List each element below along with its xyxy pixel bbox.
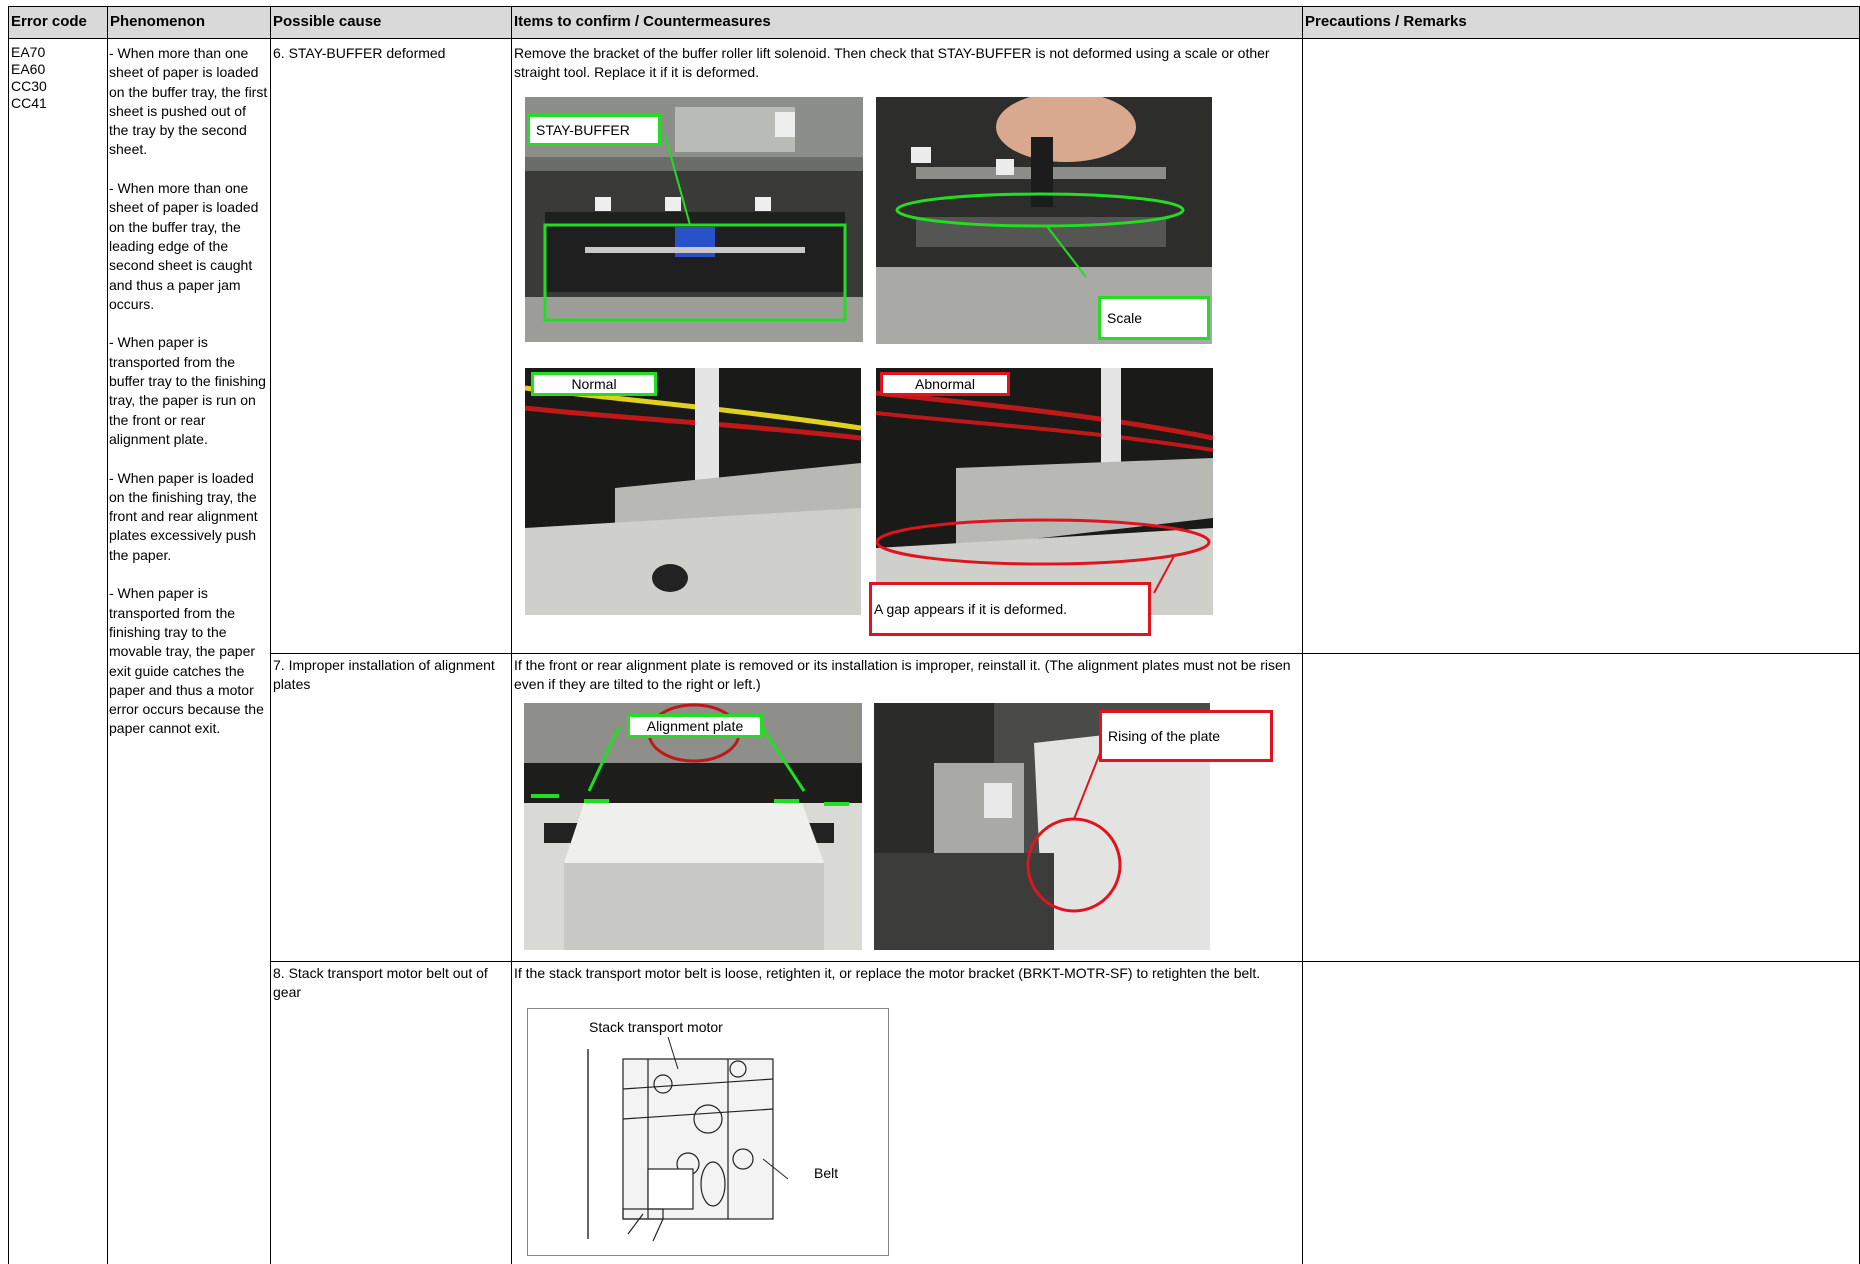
column-line-remarks — [1302, 6, 1303, 1264]
photo-alignment-plate — [524, 703, 862, 950]
countermeasure-8: If the stack transport motor belt is loo… — [514, 965, 1261, 981]
diagram-stack-transport-motor — [527, 1008, 889, 1256]
header-precautions-remarks: Precautions / Remarks — [1305, 13, 1467, 30]
header-divider — [8, 38, 1860, 39]
row-divider-6-7 — [270, 653, 1860, 654]
column-line-cause — [270, 6, 271, 1264]
diagram-label-stack-motor: Stack transport motor — [589, 1019, 723, 1035]
row-divider-7-8 — [270, 961, 1860, 962]
callout-abnormal: Abnormal — [880, 372, 1010, 396]
cause-6: 6. STAY-BUFFER deformed — [273, 45, 446, 61]
column-line-items — [511, 6, 512, 1264]
cause-8: 8. Stack transport motor belt out of gea… — [273, 965, 488, 1001]
countermeasure-6: Remove the bracket of the buffer roller … — [514, 45, 1270, 81]
table-border-top — [8, 6, 1860, 7]
column-line-left — [8, 6, 9, 1264]
photo-normal — [525, 368, 861, 615]
phenomenon-text: - When more than one sheet of paper is l… — [109, 45, 268, 737]
column-line-phenomenon — [107, 6, 108, 1264]
cause-7: 7. Improper installation of alignment pl… — [273, 657, 495, 693]
callout-stay-buffer: STAY-BUFFER — [527, 114, 661, 146]
countermeasure-7: If the front or rear alignment plate is … — [514, 657, 1291, 693]
callout-gap-note: A gap appears if it is deformed. — [869, 582, 1151, 636]
header-error-code: Error code — [11, 13, 87, 30]
header-possible-cause: Possible cause — [273, 13, 382, 30]
diagram-label-belt: Belt — [814, 1165, 839, 1181]
callout-alignment-plate: Alignment plate — [627, 714, 763, 738]
photo-abnormal — [876, 368, 1213, 615]
header-items-to-confirm: Items to confirm / Countermeasures — [514, 13, 771, 30]
callout-rising-plate: Rising of the plate — [1099, 710, 1273, 762]
callout-scale: Scale — [1098, 296, 1210, 340]
error-code-list: EA70 EA60 CC30 CC41 — [11, 44, 47, 111]
header-phenomenon: Phenomenon — [110, 13, 206, 30]
callout-normal: Normal — [531, 372, 657, 396]
